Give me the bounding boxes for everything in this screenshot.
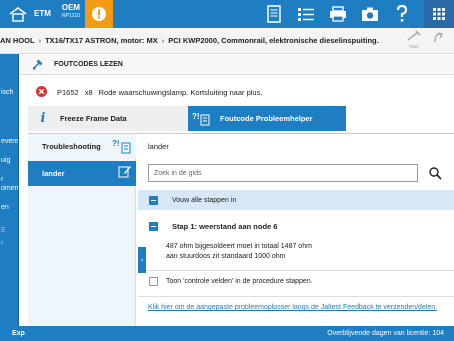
test-label: TEST [408,44,420,49]
checklist-icon[interactable] [292,0,320,28]
error-icon [36,85,47,99]
divider [138,270,454,271]
oem-label: OEM [61,3,81,12]
breadcrumb-tools: TEST [406,30,448,49]
switch-icon[interactable] [432,30,448,49]
svg-text:?!: ?! [192,112,200,121]
sidebar-item[interactable]: E [0,226,18,235]
checkbox[interactable] [149,277,158,286]
tab-label: Foutcode Probleemhelper [220,114,313,123]
collapse-all-label: Vouw alle stappen in [172,196,237,204]
svg-text:?!: ?! [112,139,120,148]
guide-detail: lander Zoek in de gids Vouw alle stappen… [138,134,454,327]
sidebar-item[interactable]: en [0,203,18,212]
footer-left[interactable]: Exp [12,330,25,337]
fault-count: x8 [84,87,93,97]
license-status: Overblijvende dagen van licentie: 104 [327,330,444,337]
step-header[interactable]: Stap 1: weerstand aan node 6 [149,222,277,231]
apps-grid-icon[interactable] [424,0,454,28]
sidebar-item[interactable]: evens [0,137,18,146]
breadcrumb-item[interactable]: PCI KWP2000, Commonrail, elektronische d… [168,36,382,45]
sidebar-item[interactable]: omen [0,184,18,193]
status-bar: Exp Overblijvende dagen van licentie: 10… [0,326,454,341]
sidebar-item[interactable]: r [0,239,18,248]
tab-label: Freeze Frame Data [60,114,127,123]
control-fields-toggle[interactable]: Toon 'controle velden' in de procedure s… [149,277,313,286]
test-tool-icon[interactable]: TEST [406,30,422,49]
fault-description: Rode waarschuwingslamp. Kortsluiting naa… [98,87,263,97]
toggle-label: Toon 'controle velden' in de procedure s… [166,278,313,285]
step-title: Stap 1: weerstand aan node 6 [172,222,278,231]
oem-sub-label: RP1210 [61,13,81,19]
list-item-troubleshooting[interactable]: Troubleshooting ?! [28,134,136,159]
step-line: aan stuurdoos zit standaard 1000 ohm [166,253,286,260]
collapse-panel-handle[interactable]: ‹ [138,247,146,273]
guide-title: lander [148,142,169,151]
fault-codes-icon [32,58,44,72]
panel-header: FOUTCODES LEZEN [20,55,454,75]
breadcrumb-item[interactable]: AN HOOL [0,36,39,45]
search-icon[interactable] [426,164,444,182]
list-item-label: Troubleshooting [42,142,101,151]
helper-icon: ?! [112,137,132,157]
search-input[interactable]: Zoek in de gids [148,164,418,182]
collapse-all-icon[interactable] [149,195,158,205]
list-item-label: lander [42,169,65,178]
help-icon[interactable] [388,0,416,28]
feedback-link[interactable]: Klik hier om de aangepaste probleemoplos… [148,304,437,311]
sidebar-marker [0,60,18,70]
edit-icon[interactable] [118,164,132,180]
breadcrumb-item[interactable]: TX16/TX17 ASTRON, motor: MX [45,36,162,45]
fault-code: P1652 [57,87,79,97]
sidebar-item[interactable]: uig [0,156,18,165]
tab-bar: i Freeze Frame Data ?! Foutcode Probleem… [28,106,346,131]
tab-probleemhelper[interactable]: ?! Foutcode Probleemhelper [188,106,346,131]
divider [138,296,454,297]
tab-freeze-frame[interactable]: i Freeze Frame Data [28,106,188,131]
home-icon[interactable] [6,5,30,23]
helper-content: Troubleshooting ?! lander lander Zoek in… [28,133,454,327]
etm-label[interactable]: ETM [34,6,51,22]
collapse-all-row[interactable]: Vouw alle stappen in [138,190,454,210]
oem-button[interactable]: OEM RP1210 [58,3,84,19]
document-icon[interactable] [260,0,288,28]
fault-row[interactable]: P1652 x8 Rode waarschuwingslamp. Kortslu… [20,80,454,104]
step-collapse-icon[interactable] [149,222,158,231]
helper-icon: ?! [192,110,214,128]
panel-title: FOUTCODES LEZEN [54,61,123,68]
warning-icon[interactable] [85,0,113,28]
info-icon: i [40,111,46,126]
top-toolbar: ETM OEM RP1210 [0,0,454,28]
list-item-lander[interactable]: lander [28,161,136,186]
sidebar-item[interactable]: r [0,175,18,184]
breadcrumb: AN HOOL › TX16/TX17 ASTRON, motor: MX › … [0,28,454,54]
sidebar-item[interactable]: isch [0,88,18,97]
camera-icon[interactable] [356,0,384,28]
step-line: 487 ohm bijgesoldeert moet in totaal 148… [166,243,312,250]
print-icon[interactable] [324,0,352,28]
guide-list: Troubleshooting ?! lander [28,134,136,327]
left-sidebar: isch evens uig r omen en E r [0,54,19,326]
step-description: 487 ohm bijgesoldeert moet in totaal 148… [166,242,436,262]
